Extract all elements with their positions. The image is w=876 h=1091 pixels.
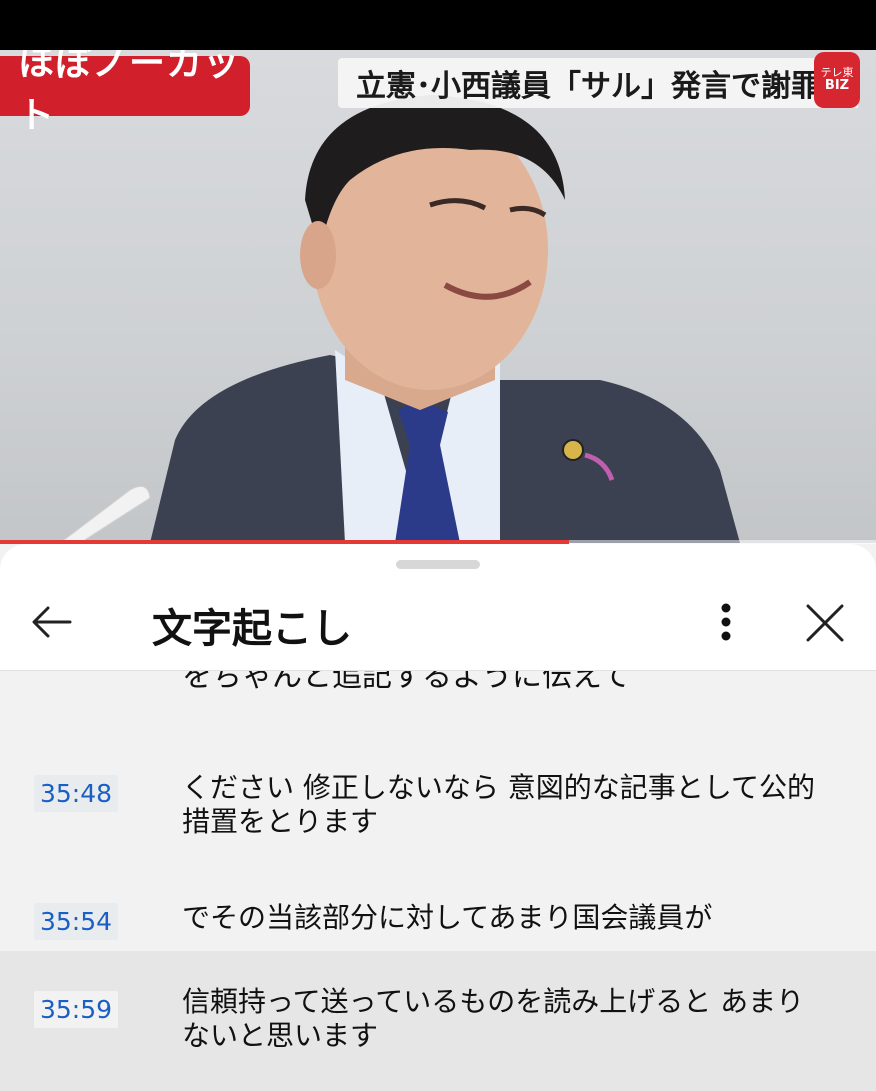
segment-timestamp[interactable]: 35:54: [34, 903, 119, 940]
segment-timestamp[interactable]: 35:59: [34, 991, 119, 1028]
vertical-ellipsis-icon[interactable]: [706, 600, 746, 644]
segment-text: でその当該部分に対してあまり国会議員が: [182, 901, 713, 934]
panel-header: 文字起こし: [0, 574, 876, 671]
channel-logo: テレ東 BIZ: [814, 52, 860, 108]
arrow-left-icon[interactable]: [28, 602, 76, 642]
segment-text: 信頼持って送っているものを読み上げると あまりないと思います: [182, 985, 805, 1052]
logo-line-2: BIZ: [824, 77, 850, 93]
partial-transcript-line: をちゃんと追記するように伝えて: [182, 671, 631, 694]
transcript-panel: 文字起こし をちゃんと追記するように伝えて 35:48 ください 修正しないなら…: [0, 544, 876, 1091]
status-bar: [0, 0, 876, 50]
video-headline: 立憲･小西議員「サル」発言で謝罪: [338, 58, 858, 108]
program-badge: ほぼノーカット: [0, 50, 250, 136]
transcript-segment[interactable]: 35:54 でその当該部分に対してあまり国会議員が: [0, 869, 876, 949]
transcript-segment-active[interactable]: 35:59 信頼持って送っているものを読み上げると あまりないと思います: [0, 951, 876, 1091]
transcript-list[interactable]: をちゃんと追記するように伝えて 35:48 ください 修正しないなら 意図的な記…: [0, 671, 876, 1091]
video-player[interactable]: ほぼノーカット 立憲･小西議員「サル」発言で謝罪 テレ東 BIZ: [0, 50, 876, 543]
drag-handle[interactable]: [396, 560, 480, 569]
panel-title: 文字起こし: [152, 606, 352, 652]
segment-timestamp[interactable]: 35:48: [34, 775, 119, 812]
close-icon[interactable]: [802, 600, 848, 646]
segment-text: ください 修正しないなら 意図的な記事として公的措置をとります: [182, 771, 815, 838]
transcript-segment[interactable]: 35:48 ください 修正しないなら 意図的な記事として公的措置をとります: [0, 741, 876, 847]
